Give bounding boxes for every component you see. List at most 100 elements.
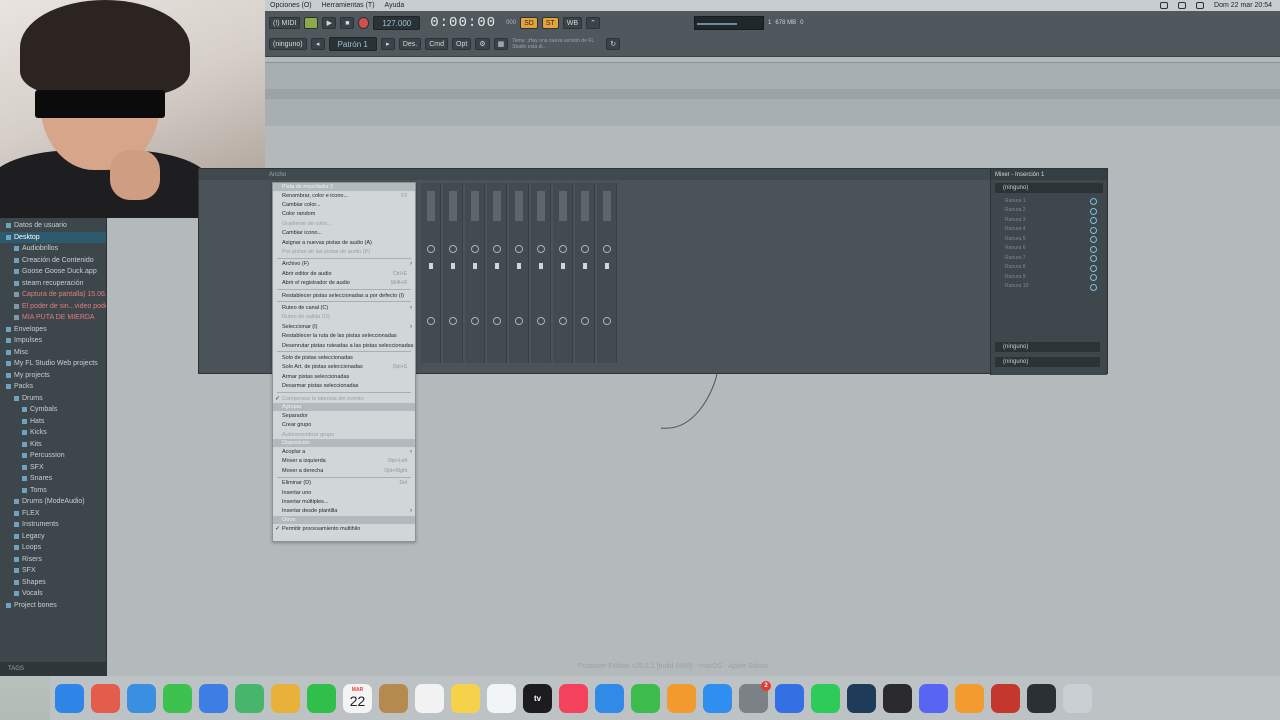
browser-item[interactable]: Envelopes [0,324,106,336]
volume-fader[interactable] [583,263,587,269]
gear-icon[interactable]: ⚙ [475,38,490,50]
stop-button[interactable]: ■ [340,17,355,29]
wifi-icon[interactable] [1178,2,1187,9]
stereo-knob[interactable] [471,317,479,325]
volume-fader[interactable] [561,263,565,269]
insert-slot[interactable]: Ranura 10 [991,282,1107,292]
browser-tags-footer[interactable]: TAGS [0,662,106,676]
pan-knob[interactable] [471,245,479,253]
freeform-icon[interactable] [487,683,516,713]
menu-item[interactable]: Restablecer pistas seleccionadas a por d… [273,291,415,300]
channel-name-label[interactable] [537,191,545,221]
stereo-knob[interactable] [559,317,567,325]
browser-item[interactable]: Snares [0,473,106,485]
menu-item[interactable]: Insertar múltiples... [273,497,415,506]
volume-fader[interactable] [429,263,433,269]
channel-name-label[interactable] [581,191,589,221]
pattern-next-button[interactable]: ▸ [380,38,395,50]
keynote-icon[interactable] [595,683,624,713]
system-settings-icon[interactable]: 2 [739,680,771,713]
channel-name-label[interactable] [493,191,501,221]
volume-fader[interactable] [605,263,609,269]
pan-knob[interactable] [537,245,545,253]
menu-help[interactable]: Ayuda [380,2,410,9]
mixer-channel-strip[interactable] [531,183,551,363]
channel-name-label[interactable] [559,191,567,221]
pan-knob[interactable] [603,245,611,253]
insert-slot[interactable]: Ranura 6 [991,244,1107,254]
mixer-channel-strip[interactable] [465,183,485,363]
reminders-icon[interactable] [415,683,444,713]
safari-icon[interactable] [127,683,156,713]
volume-fader[interactable] [451,263,455,269]
menu-item[interactable]: Restablecer la ruta de las pistas selecc… [273,331,415,340]
metronome-icon[interactable]: ⌃ [586,17,601,29]
insert-slot[interactable]: Ranura 5 [991,234,1107,244]
search-icon[interactable] [1196,2,1205,9]
stereo-knob[interactable] [449,317,457,325]
menu-item[interactable]: Mover a izquierda Opt+Left [273,457,415,466]
browser-item[interactable]: SFX [0,565,106,577]
browser-item[interactable]: Risers [0,554,106,566]
mixer-channel-strip[interactable] [597,183,617,363]
browser-item[interactable]: Instruments [0,519,106,531]
photos-icon[interactable] [271,683,300,713]
browser-item[interactable]: Audiobrillos [0,243,106,255]
browser-item[interactable]: Vocals [0,588,106,600]
tempo-field[interactable]: 127.000 [373,16,421,30]
contacts-icon[interactable] [379,683,408,713]
menu-item[interactable]: Acoplar a › [273,447,415,456]
channel-name-label[interactable] [515,191,523,221]
mode-st-button[interactable]: ST [541,17,559,29]
menu-item[interactable]: Solo de pistas seleccionadas [273,353,415,362]
browser-item[interactable]: Drums [0,393,106,405]
browser-item[interactable]: Drums (ModeAudio) [0,496,106,508]
volume-fader[interactable] [495,263,499,269]
mode-sd-button[interactable]: SD [520,17,538,29]
insert-slot[interactable]: Ranura 9 [991,272,1107,282]
menu-item[interactable]: Mover a derecha Opt+Right [273,466,415,475]
pan-knob[interactable] [515,245,523,253]
menu-item[interactable]: Crear grupo [273,421,415,430]
insert-slot[interactable]: Ranura 2 [991,206,1107,216]
browser-item[interactable]: Hats [0,416,106,428]
grid-icon[interactable]: ▦ [493,38,509,50]
browser-item[interactable]: Desktop [0,231,106,243]
numbers-icon[interactable] [631,683,660,713]
eq-selector[interactable]: (ninguno) [995,342,1100,352]
menu-item[interactable]: Desarmar pistas seleccionadas [273,381,415,390]
pattern-prev-button[interactable]: ◂ [310,38,325,50]
menu-item[interactable]: Desenrutar pistas ruteadas a las pistas … [273,341,415,350]
news-hint[interactable]: Tema: ¡Hay una nueva versión de FL Studi… [512,38,602,50]
browser-item[interactable]: My FL Studio Web projects [0,358,106,370]
mixer-channel-strip[interactable] [487,183,507,363]
insert-slot[interactable]: Ranura 4 [991,225,1107,235]
menu-item[interactable]: Insertar uno [273,488,415,497]
des-button[interactable]: Des. [398,38,422,50]
browser-item[interactable]: Packs [0,381,106,393]
channel-name-label[interactable] [427,191,435,221]
stereo-knob[interactable] [581,317,589,325]
channel-name-label[interactable] [471,191,479,221]
tv-icon[interactable]: tv [523,683,552,713]
pattern-song-toggle[interactable] [304,17,319,29]
browser-item[interactable]: steam recuperación [0,278,106,290]
browser-item[interactable]: Misc [0,347,106,359]
refresh-icon[interactable]: ↻ [606,38,621,50]
volume-fader[interactable] [473,263,477,269]
browser-item[interactable]: FLEX [0,508,106,520]
menu-item[interactable]: Solo Art. de pistas seleccionadas Opt+S [273,363,415,372]
mixer-channel-strip[interactable] [421,183,441,363]
menu-item[interactable]: Abrir editor de audio Ctrl+E [273,269,415,278]
stereo-knob[interactable] [603,317,611,325]
whatsapp-icon[interactable] [811,683,840,713]
pan-knob[interactable] [449,245,457,253]
menu-item[interactable]: Renombrar, color e icono... F2 [273,191,415,200]
insert-preset-selector[interactable]: (ninguno) [995,183,1103,193]
music-icon[interactable] [559,683,588,713]
browser-item[interactable]: Shapes [0,577,106,589]
browser-item[interactable]: Captura de pantalla) 15.06.21 [0,289,106,301]
browser-item[interactable]: Percussion [0,450,106,462]
insert-slot[interactable]: Ranura 3 [991,215,1107,225]
stereo-knob[interactable] [493,317,501,325]
